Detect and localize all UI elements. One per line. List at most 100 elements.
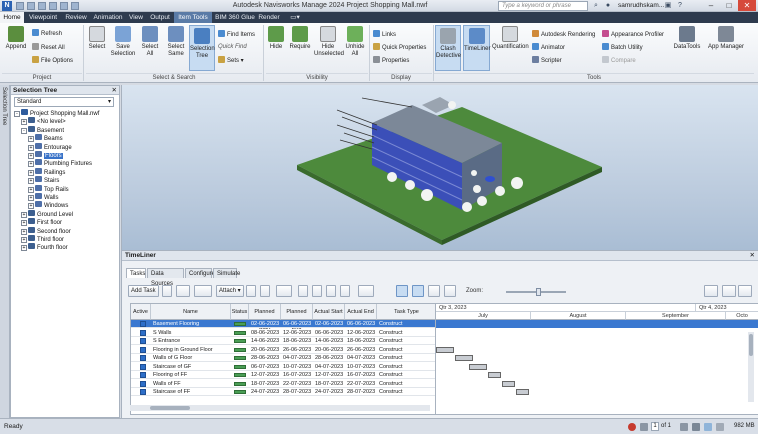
active-checkbox[interactable] xyxy=(140,355,146,361)
task-date[interactable]: 06-06-2023 xyxy=(281,320,313,328)
refresh-button[interactable]: Refresh xyxy=(32,29,62,38)
gantt-bar[interactable] xyxy=(501,380,516,387)
expand-toggle-icon[interactable]: + xyxy=(28,186,34,193)
gantt-bar[interactable] xyxy=(487,372,502,378)
auto-attach-icon[interactable] xyxy=(246,285,256,297)
tab-output[interactable]: Output xyxy=(148,12,172,23)
next-sheet-icon[interactable] xyxy=(680,423,688,431)
task-row[interactable]: S Entrance 14-06-2023 18-06-2023 14-06-2023… xyxy=(131,337,435,345)
tab-simulate[interactable]: Simulate xyxy=(213,268,240,278)
columns-icon[interactable] xyxy=(358,285,374,297)
task-date[interactable]: 06-06-2023 xyxy=(345,320,377,328)
task-date[interactable]: 28-07-2023 xyxy=(345,388,377,396)
scroll-thumb[interactable] xyxy=(150,406,190,410)
expand-toggle-icon[interactable]: + xyxy=(21,211,27,218)
file-options-button[interactable]: File Options xyxy=(32,56,73,65)
minimize-icon[interactable]: – xyxy=(702,0,720,11)
tree-node[interactable]: + Stairs xyxy=(28,176,59,185)
expand-toggle-icon[interactable]: + xyxy=(21,245,27,252)
task-name[interactable]: Staircase of GF xyxy=(151,363,231,371)
quick-find-input[interactable]: Quick Find xyxy=(218,43,247,52)
close-panel-icon[interactable]: ✕ xyxy=(112,86,117,95)
horizontal-scrollbar[interactable] xyxy=(130,405,430,411)
task-date[interactable]: 12-06-2023 xyxy=(281,329,313,337)
tree-node[interactable]: + Top Rails xyxy=(28,184,69,193)
task-type[interactable]: Construct xyxy=(377,354,435,362)
tree-node[interactable]: + Ground Level xyxy=(21,209,73,218)
app-manager-button[interactable]: App Manager xyxy=(704,26,748,51)
task-type[interactable]: Construct xyxy=(377,320,435,328)
column-header[interactable]: Actual Start xyxy=(313,304,345,320)
save-selection-button[interactable]: Save Selection xyxy=(110,26,136,58)
expand-toggle-icon[interactable]: + xyxy=(21,237,27,243)
expand-toggle-icon[interactable]: + xyxy=(28,195,34,201)
task-date[interactable]: 06-06-2023 xyxy=(313,329,345,337)
task-date[interactable]: 28-06-2023 xyxy=(313,354,345,362)
model-view[interactable] xyxy=(122,85,758,250)
task-date[interactable]: 22-07-2023 xyxy=(281,380,313,388)
undo-icon[interactable] xyxy=(49,2,57,10)
expand-toggle-icon[interactable]: + xyxy=(28,153,34,159)
active-checkbox[interactable] xyxy=(140,372,146,378)
task-name[interactable]: Flooring in Ground Floor xyxy=(151,346,231,354)
task-date[interactable]: 22-07-2023 xyxy=(345,380,377,388)
tree-node[interactable]: + <No level> xyxy=(21,117,66,126)
error-icon[interactable] xyxy=(628,423,636,431)
view-both-icon[interactable] xyxy=(444,285,456,297)
view-planned-icon[interactable] xyxy=(412,285,424,297)
quick-properties-button[interactable]: Quick Properties xyxy=(373,43,426,52)
move-down-icon[interactable] xyxy=(312,285,322,297)
prev-sheet-icon[interactable] xyxy=(640,423,648,431)
sheet-browser-icon[interactable] xyxy=(692,423,700,431)
gantt-bar[interactable] xyxy=(436,346,455,353)
print-icon[interactable] xyxy=(38,2,46,10)
tab-data-sources[interactable]: Data Sources xyxy=(147,268,184,287)
tab-tasks[interactable]: Tasks xyxy=(126,268,146,278)
task-name[interactable]: S Walls xyxy=(151,329,231,337)
view-gantt-icon[interactable] xyxy=(396,285,408,297)
active-checkbox[interactable] xyxy=(140,380,146,387)
scroll-thumb[interactable] xyxy=(749,334,753,356)
tree-node[interactable]: + First floor xyxy=(21,218,62,227)
settings-icon[interactable] xyxy=(738,285,752,297)
zoom-slider[interactable] xyxy=(506,288,566,296)
compare-button[interactable]: Compare xyxy=(602,56,636,65)
task-date[interactable]: 28-07-2023 xyxy=(281,388,313,396)
task-date[interactable]: 06-07-2023 xyxy=(249,363,281,371)
tree-node[interactable]: + Walls xyxy=(28,193,58,201)
column-header[interactable]: Name xyxy=(151,304,231,320)
batch-utility-button[interactable]: Batch Utility xyxy=(602,43,643,52)
task-row[interactable]: Walls of FF 18-07-2023 22-07-2023 18-07-202… xyxy=(131,380,435,388)
task-row[interactable]: Flooring in Ground Floor 20-06-2023 26-06-… xyxy=(131,346,435,354)
task-date[interactable]: 16-07-2023 xyxy=(345,371,377,379)
close-timeliner-icon[interactable]: ✕ xyxy=(750,251,755,261)
append-button[interactable]: Append xyxy=(3,26,29,51)
open-icon[interactable] xyxy=(16,2,24,10)
task-date[interactable]: 02-06-2023 xyxy=(249,320,281,328)
datatools-button[interactable]: DataTools xyxy=(672,26,702,51)
export-icon[interactable] xyxy=(704,285,718,297)
tab-view[interactable]: View xyxy=(126,12,146,23)
view-actual-icon[interactable] xyxy=(428,285,440,297)
select-button[interactable]: Select xyxy=(86,26,108,51)
task-type[interactable]: Construct xyxy=(377,337,435,345)
task-name[interactable]: Flooring of FF xyxy=(151,371,231,379)
tab-animation[interactable]: Animation xyxy=(92,12,124,23)
task-date[interactable]: 14-06-2023 xyxy=(249,337,281,345)
expand-toggle-icon[interactable]: + xyxy=(28,169,34,176)
task-row[interactable]: Basement Flooring 02-06-2023 06-06-2023 02-… xyxy=(131,320,435,328)
vertical-scrollbar[interactable] xyxy=(748,332,754,402)
move-up-icon[interactable] xyxy=(298,285,308,297)
task-row[interactable]: Walls of G Floor 28-06-2023 04-07-2023 28-0… xyxy=(131,354,435,362)
pencil-icon[interactable] xyxy=(704,423,712,431)
tab-render[interactable]: Render xyxy=(258,12,280,23)
task-date[interactable]: 16-07-2023 xyxy=(281,371,313,379)
delete-task-icon[interactable] xyxy=(176,285,190,297)
task-date[interactable]: 18-06-2023 xyxy=(345,337,377,345)
active-checkbox[interactable] xyxy=(140,321,146,327)
column-header[interactable]: Actual End xyxy=(345,304,377,320)
tree-node[interactable]: - Basement xyxy=(21,125,64,134)
select-same-button[interactable]: Select Same xyxy=(164,26,188,58)
3d-viewport[interactable] xyxy=(121,85,758,250)
find-items-button[interactable]: Find Items xyxy=(218,30,255,39)
